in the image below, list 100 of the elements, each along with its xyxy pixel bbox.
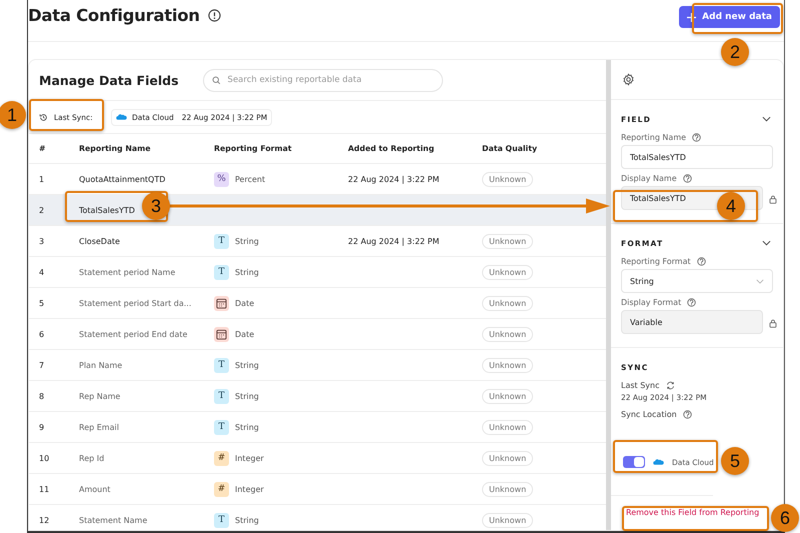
field-label: Display Format (621, 298, 682, 307)
format-label: String (235, 268, 259, 276)
row-number: 11 (39, 484, 50, 494)
info-icon[interactable] (208, 9, 221, 22)
quality-badge: Unknown (482, 388, 534, 404)
scrollbar[interactable] (606, 60, 611, 530)
refresh-icon[interactable] (666, 381, 674, 390)
reporting-name: QuotaAttainmentQTD (79, 174, 166, 184)
format-icon: T (214, 512, 229, 528)
search-icon (212, 76, 221, 84)
table-row[interactable]: 8 Rep Name T String Unknown (29, 381, 606, 412)
reporting-name: Statement Name (79, 516, 148, 524)
callout-number: 6 (771, 504, 799, 532)
row-number: 10 (39, 454, 50, 462)
table-row[interactable]: 10 Rep Id # Integer Unknown (29, 443, 606, 474)
row-number: 8 (39, 392, 46, 400)
table-row[interactable]: 4 Statement period Name T String Unknown (29, 257, 606, 288)
reporting-name: Statement period Start da... (79, 298, 192, 308)
field-label: Display Name (621, 174, 677, 183)
reporting-name: Amount (79, 484, 110, 494)
help-icon[interactable] (682, 174, 692, 183)
row-number: 5 (39, 298, 46, 308)
display-format-field: Variable (621, 310, 763, 334)
help-icon[interactable] (692, 133, 702, 142)
format-label: String (235, 516, 259, 524)
cloud-icon (653, 458, 664, 466)
table-row[interactable]: 9 Rep Email T String Unknown (29, 412, 606, 443)
format-label: Percent (235, 174, 266, 184)
reporting-name: Rep Id (79, 454, 104, 462)
format-icon: T (214, 420, 229, 434)
settings-icon[interactable] (622, 73, 635, 86)
added-date: 22 Aug 2024 | 3:22 PM (348, 174, 440, 184)
format-icon: T (214, 264, 229, 280)
add-new-data-button[interactable]: Add new data (679, 6, 780, 28)
help-icon[interactable] (682, 410, 692, 419)
history-icon (39, 112, 48, 122)
table-row[interactable]: 5 Statement period Start da... Date Unknown (29, 288, 606, 319)
row-number: 2 (39, 206, 46, 214)
quality-badge: Unknown (482, 420, 534, 434)
lock-icon (769, 195, 777, 204)
help-icon[interactable] (696, 257, 706, 266)
quality-badge: Unknown (482, 326, 534, 342)
sync-toggle[interactable] (623, 456, 645, 468)
callout-number: 5 (721, 447, 749, 475)
table-row[interactable]: 11 Amount # Integer Unknown (29, 474, 606, 505)
quality-badge: Unknown (482, 450, 534, 466)
format-label: Date (235, 298, 254, 308)
row-number: 1 (39, 174, 46, 184)
row-number: 12 (39, 516, 50, 524)
quality-badge: Unknown (482, 234, 534, 248)
callout-number: 4 (717, 192, 745, 220)
quality-badge: Unknown (482, 358, 534, 372)
format-icon: % (214, 172, 229, 186)
reporting-name: Statement period End date (79, 330, 188, 338)
quality-badge: Unknown (482, 264, 534, 280)
chevron-icon[interactable] (762, 116, 771, 122)
page-title: Data Configuration (28, 6, 200, 25)
added-date: 22 Aug 2024 | 3:22 PM (348, 236, 440, 246)
field-label: Reporting Name (621, 133, 686, 142)
quality-badge: Unknown (482, 482, 534, 496)
table-row[interactable]: 12 Statement Name T String Unknown (29, 505, 606, 530)
reporting-name: CloseDate (79, 236, 120, 246)
format-label: String (235, 422, 259, 432)
format-label: String (235, 236, 259, 246)
quality-badge: Unknown (482, 512, 534, 528)
calendar-icon (214, 326, 229, 342)
format-icon: T (214, 234, 229, 248)
field-label: Reporting Format (621, 257, 691, 266)
format-icon: T (214, 388, 229, 404)
reporting-format-dropdown[interactable]: String (621, 269, 773, 293)
format-icon: # (214, 450, 229, 466)
reporting-name-field[interactable]: TotalSalesYTD (621, 145, 773, 169)
reporting-name: Rep Email (79, 422, 119, 432)
table-row[interactable]: 3 CloseDate T String 22 Aug 2024 | 3:22 PM Unknown (29, 226, 606, 257)
remove-field-link[interactable]: Remove this Field from Reporting (626, 508, 760, 517)
format-label: String (235, 392, 259, 400)
reporting-name: Rep Name (79, 392, 120, 400)
reporting-name: TotalSalesYTD (79, 206, 135, 214)
table-row[interactable]: 7 Plan Name T String Unknown (29, 350, 606, 381)
chevron-icon (756, 278, 764, 284)
format-label: Date (235, 330, 254, 338)
row-number: 9 (39, 422, 46, 432)
callout-number: 1 (0, 101, 26, 129)
format-label: Integer (235, 454, 264, 462)
row-number: 6 (39, 330, 46, 338)
reporting-name: Statement period Name (79, 268, 176, 276)
lock-icon (769, 319, 777, 328)
help-icon[interactable] (687, 298, 696, 307)
format-label: String (235, 360, 259, 370)
field-label: Sync Location (621, 410, 677, 419)
format-label: Integer (235, 484, 264, 494)
callout-number: 2 (721, 38, 749, 66)
row-number: 3 (39, 236, 46, 246)
format-icon: # (214, 482, 229, 496)
calendar-icon (214, 296, 229, 310)
chevron-icon[interactable] (762, 240, 771, 246)
search-field[interactable]: Search existing reportable data (202, 68, 443, 92)
table-row[interactable]: 6 Statement period End date Date Unknown (29, 319, 606, 350)
row-number: 4 (39, 268, 46, 276)
row-number: 7 (39, 360, 46, 370)
